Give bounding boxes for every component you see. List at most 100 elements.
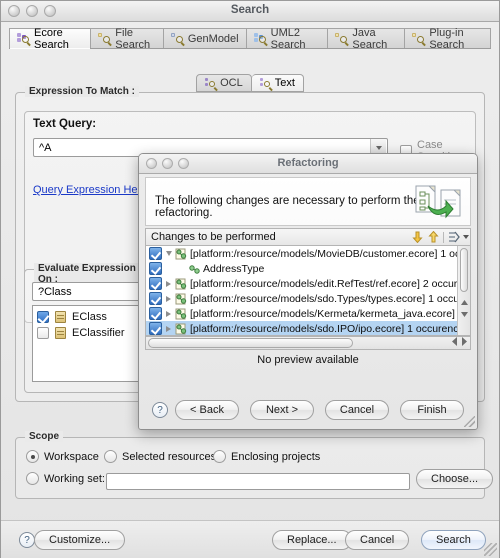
tree-vertical-scrollbar[interactable] xyxy=(457,246,470,335)
row-checkbox[interactable] xyxy=(149,247,162,260)
subtab-ocl[interactable]: OCL xyxy=(196,74,252,92)
row-label: [platform:/resource/models/sdo.IPO/ipo.e… xyxy=(190,322,470,335)
next-button[interactable]: Next > xyxy=(250,400,314,420)
list-item[interactable]: EClassifier xyxy=(33,325,141,341)
ecore-file-icon xyxy=(175,293,188,305)
resize-grip[interactable] xyxy=(484,543,497,556)
toolbar-dropdown-icon[interactable] xyxy=(462,230,470,245)
row-checkbox[interactable] xyxy=(149,307,162,320)
scope-group-label: Scope xyxy=(25,431,64,442)
window-footer: ? Customize... Replace... Cancel Search xyxy=(1,520,499,558)
row-label: [platform:/resource/models/edit.RefTest/… xyxy=(190,277,470,290)
row-checkbox[interactable] xyxy=(149,292,162,305)
tab-uml2-search[interactable]: UML2 Search xyxy=(245,27,328,51)
list-item-label: EClass xyxy=(72,311,107,323)
dialog-cancel-button[interactable]: Cancel xyxy=(325,400,389,420)
help-icon[interactable]: ? xyxy=(152,402,168,418)
scope-radio-enclosing-projects[interactable]: Enclosing projects xyxy=(213,450,320,463)
expand-toggle-icon[interactable] xyxy=(162,310,175,317)
dialog-button-bar: ? < Back Next > Cancel Finish xyxy=(139,391,477,429)
checkbox-box[interactable] xyxy=(37,327,49,339)
help-icon[interactable]: ? xyxy=(19,532,35,548)
radio-dot xyxy=(213,450,226,463)
back-button[interactable]: < Back xyxy=(175,400,239,420)
dialog-message-panel: The following changes are necessary to p… xyxy=(145,177,471,226)
java-search-icon xyxy=(335,32,348,45)
scroll-left-icon[interactable] xyxy=(451,337,459,349)
table-row[interactable]: [platform:/resource/models/sdo.IPO/ipo.e… xyxy=(146,321,470,335)
row-checkbox[interactable] xyxy=(149,322,162,335)
eclass-icon xyxy=(55,311,66,323)
evaluate-expression-list[interactable]: EClass EClassifier xyxy=(32,305,142,382)
tab-label: File Search xyxy=(115,26,151,51)
expand-toggle-icon[interactable] xyxy=(162,280,175,287)
plugin-search-icon xyxy=(412,32,425,45)
filter-menu-icon[interactable] xyxy=(446,230,462,245)
row-label: [platform:/resource/models/sdo.Types/typ… xyxy=(190,292,470,305)
customize-button[interactable]: Customize... xyxy=(34,530,126,550)
tab-file-search[interactable]: File Search xyxy=(90,26,163,51)
hscroll-arrows xyxy=(451,337,468,349)
evaluate-expression-on-group: Evaluate Expression On : ?Class EClass E… xyxy=(24,263,148,393)
replace-button[interactable]: Replace... xyxy=(272,530,352,550)
radio-dot xyxy=(26,472,39,485)
ecore-file-icon xyxy=(175,248,188,260)
evaluate-filter-combo[interactable]: ?Class xyxy=(32,282,142,301)
choose-button[interactable]: Choose... xyxy=(416,469,494,489)
checkbox-box[interactable] xyxy=(37,311,49,323)
scope-radio-workspace[interactable]: Workspace xyxy=(26,450,99,463)
table-row[interactable]: AddressType xyxy=(146,261,470,276)
list-item[interactable]: EClass xyxy=(33,309,141,325)
subtab-text[interactable]: Text xyxy=(251,74,304,92)
scrollbar-thumb[interactable] xyxy=(148,338,353,348)
tab-label: GenModel xyxy=(187,32,239,45)
dialog-title: Refactoring xyxy=(277,157,339,169)
no-preview-label: No preview available xyxy=(257,354,359,366)
subtab-label: OCL xyxy=(220,77,243,89)
tab-label: Ecore Search xyxy=(34,26,69,51)
row-checkbox[interactable] xyxy=(149,277,162,290)
next-change-icon[interactable] xyxy=(409,230,425,245)
tree-horizontal-scrollbar[interactable] xyxy=(145,336,471,350)
evaluate-filter-input[interactable]: ?Class xyxy=(33,286,141,298)
row-checkbox[interactable] xyxy=(149,262,162,275)
expand-toggle-icon[interactable] xyxy=(162,325,175,332)
table-row[interactable]: [platform:/resource/models/Kermeta/kerme… xyxy=(146,306,470,321)
scroll-up-icon[interactable] xyxy=(460,298,469,307)
query-expression-help-link[interactable]: Query Expression Help xyxy=(33,184,146,196)
expand-toggle-icon[interactable] xyxy=(162,295,175,302)
changes-tree[interactable]: [platform:/resource/models/MovieDB/custo… xyxy=(145,245,471,336)
ocl-icon xyxy=(205,77,216,90)
scope-option-label: Working set: xyxy=(44,472,105,485)
text-icon xyxy=(259,77,271,90)
scrollbar-thumb[interactable] xyxy=(460,248,468,292)
tab-plugin-search[interactable]: Plug-in Search xyxy=(404,26,491,51)
tab-ecore-search[interactable]: Ecore Search xyxy=(9,26,91,51)
row-label: AddressType xyxy=(203,262,265,275)
tab-label: Plug-in Search xyxy=(429,26,465,51)
finish-button[interactable]: Finish xyxy=(400,400,464,420)
changes-header: Changes to be performed xyxy=(145,228,471,245)
row-label: [platform:/resource/models/Kermeta/kerme… xyxy=(190,307,470,320)
working-set-input[interactable] xyxy=(106,473,410,490)
search-button[interactable]: Search xyxy=(421,530,486,550)
dialog-resize-grip[interactable] xyxy=(464,416,475,427)
tab-genmodel[interactable]: GenModel xyxy=(162,28,246,48)
scroll-down-icon[interactable] xyxy=(460,309,469,318)
cancel-button[interactable]: Cancel xyxy=(345,530,410,550)
expand-toggle-icon[interactable] xyxy=(162,251,175,256)
scope-radio-working-set[interactable]: Working set: xyxy=(26,472,105,485)
table-row[interactable]: [platform:/resource/models/edit.RefTest/… xyxy=(146,276,470,291)
ecore-file-icon xyxy=(175,323,188,335)
scroll-right-icon[interactable] xyxy=(460,337,468,349)
eclass-node-icon xyxy=(188,263,201,275)
table-row[interactable]: [platform:/resource/models/sdo.Types/typ… xyxy=(146,291,470,306)
table-row[interactable]: [platform:/resource/models/MovieDB/custo… xyxy=(146,246,470,261)
search-query-input[interactable]: ^A xyxy=(34,142,370,154)
tab-java-search[interactable]: Java Search xyxy=(327,27,405,51)
uml2-search-icon xyxy=(253,32,267,45)
eclassifier-icon xyxy=(55,327,66,339)
scope-option-label: Selected resources xyxy=(122,450,217,463)
scope-radio-selected-resources[interactable]: Selected resources xyxy=(104,450,216,463)
previous-change-icon[interactable] xyxy=(425,230,441,245)
